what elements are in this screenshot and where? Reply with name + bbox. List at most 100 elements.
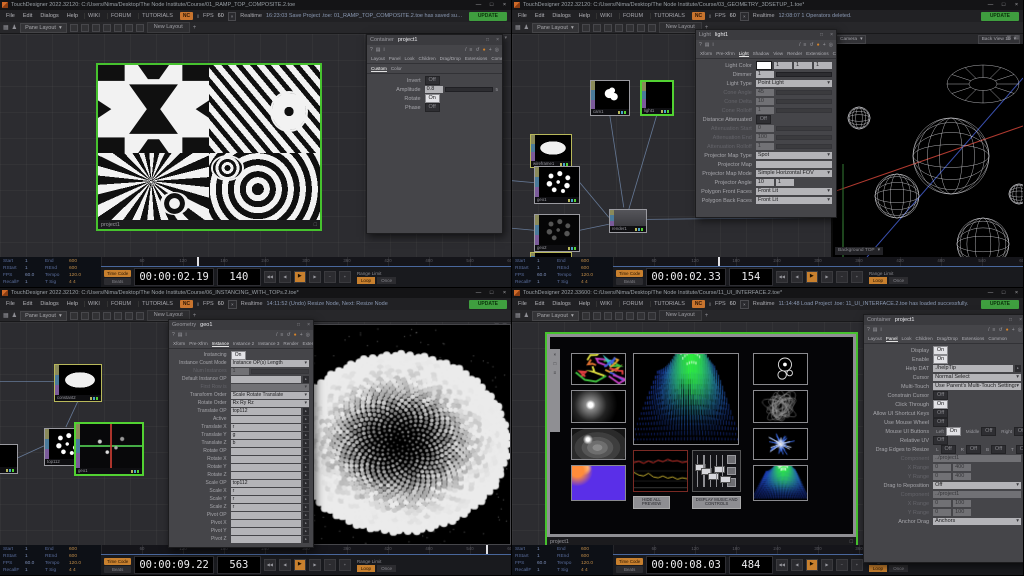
tl-value-tempo[interactable]: 120.0 — [581, 561, 610, 568]
expand-icon[interactable]: ▸ — [303, 464, 309, 471]
tab-layout[interactable]: Layout — [371, 56, 385, 61]
folder-icon[interactable]: ▤ — [178, 332, 183, 338]
menu-help[interactable]: Help — [577, 301, 592, 307]
slider-rail[interactable] — [776, 90, 832, 95]
ui-side-toolbar[interactable]: ×□≡ — [550, 349, 560, 432]
field-pivot-x[interactable] — [231, 520, 301, 527]
pause-icon[interactable]: ‖ — [709, 14, 711, 19]
step-back-button[interactable]: ◀ — [279, 271, 291, 283]
add-icon[interactable]: + — [300, 332, 303, 338]
param-widget[interactable]: Off — [933, 436, 1021, 445]
tl-value-end[interactable]: 600 — [581, 547, 610, 554]
num-b[interactable]: 100 — [953, 500, 971, 507]
field-rotate-x[interactable] — [231, 456, 301, 463]
param-widget[interactable]: ▸ — [231, 416, 309, 423]
num-num-instances[interactable]: 1 — [231, 368, 249, 375]
tab-children[interactable]: Children — [419, 56, 436, 61]
timecode-mode-button[interactable]: Time Code — [104, 558, 131, 565]
tl-value-end[interactable]: 600 — [69, 547, 98, 554]
param-widget[interactable]: r▸ — [231, 488, 309, 495]
tl-value-end[interactable]: 600 — [581, 259, 610, 266]
dialog-header[interactable]: Containerproject1□× — [367, 35, 502, 45]
user-icon[interactable]: ♟ — [12, 312, 17, 319]
playhead[interactable] — [718, 257, 720, 266]
jump-start-button[interactable]: ◀◀ — [264, 559, 276, 571]
param-widget[interactable]: top112▸ — [231, 480, 309, 487]
maximize-button[interactable]: □ — [485, 290, 498, 296]
user-icon[interactable]: ♟ — [12, 24, 17, 31]
tl-value-tsig[interactable]: 4 4 — [581, 568, 610, 575]
param-widget[interactable]: On — [933, 400, 1021, 409]
param-widget[interactable]: Off — [756, 115, 832, 124]
expand-icon[interactable]: ▸ — [303, 496, 309, 503]
box-icon[interactable]: □ — [553, 361, 556, 366]
user-icon[interactable]: ♟ — [524, 312, 529, 319]
num-attenuation-rolloff[interactable]: 1 — [756, 143, 774, 150]
beats-mode-button[interactable]: Beats — [616, 566, 643, 573]
maximize-icon[interactable]: □ — [297, 322, 300, 328]
tab-xform[interactable]: Xform — [173, 341, 185, 346]
tab-pre-xfrm[interactable]: Pre-Xfrm — [716, 51, 734, 56]
param-widget[interactable]: 1 — [756, 107, 832, 114]
param-widget[interactable]: Off — [933, 409, 1021, 418]
num-cone-delta[interactable]: 10 — [756, 98, 774, 105]
param-widget[interactable]: 0 — [756, 125, 832, 132]
help-icon[interactable]: ? — [172, 332, 175, 338]
expand-icon[interactable]: ▸ — [303, 536, 309, 543]
field-component[interactable]: ../project1 — [933, 455, 1021, 462]
preview-thumb-contour[interactable] — [571, 428, 626, 461]
background-top-select[interactable]: Background TOP▾ — [835, 247, 883, 255]
field-scale-x[interactable]: r — [231, 488, 301, 495]
mt-toggle[interactable]: Off — [1014, 427, 1024, 436]
link-forum[interactable]: FORUM — [107, 13, 134, 19]
param-widget[interactable]: 0100 — [933, 509, 1021, 516]
layout-preset-button[interactable] — [626, 24, 634, 32]
realtime-checkbox[interactable]: × — [228, 300, 237, 309]
slider-rail[interactable] — [251, 369, 309, 374]
param-widget[interactable]: 111 — [756, 61, 832, 70]
once-button[interactable]: Once — [377, 277, 396, 284]
main-3d-terrain[interactable] — [633, 353, 739, 446]
layout-preset-button[interactable] — [626, 312, 634, 320]
tl-value-fps[interactable]: 60.0 — [25, 273, 45, 280]
param-widget[interactable]: Point Light▾ — [756, 80, 832, 87]
update-button[interactable]: UPDATE — [981, 300, 1019, 309]
add-icon[interactable]: + — [823, 42, 826, 48]
python-icon[interactable]: ● — [1006, 327, 1009, 333]
preset-button[interactable] — [727, 467, 736, 475]
comment-icon[interactable]: ≡ — [281, 332, 284, 338]
tl-value-rstart[interactable]: 1 — [537, 554, 557, 561]
node-geo1[interactable]: geo1 — [534, 166, 580, 204]
grid-icon[interactable]: ▦ — [515, 24, 521, 31]
param-widget[interactable]: LeftOnMiddleOffRightOff — [933, 427, 1021, 436]
field-rotate-y[interactable] — [231, 464, 301, 471]
layout-preset-button[interactable] — [593, 312, 601, 320]
param-widget[interactable]: 0.85 — [425, 86, 498, 93]
pane-layout-button[interactable]: Pane Layout▾ — [532, 23, 579, 33]
param-widget[interactable]: Off — [933, 391, 1021, 400]
tab-drag-drop[interactable]: Drag/Drop — [937, 336, 958, 341]
toggle-allow-ui-shortcut-keys[interactable]: Off — [933, 409, 948, 418]
menu-edit[interactable]: Edit — [533, 13, 546, 19]
menu-first-row-is[interactable]: ▾ — [231, 384, 309, 391]
minimize-button[interactable]: — — [984, 290, 997, 296]
layout-preset-button[interactable] — [125, 24, 133, 32]
tl-value-end[interactable]: 600 — [69, 259, 98, 266]
param-widget[interactable]: Off▾ — [933, 482, 1021, 489]
container-viewer-project1[interactable]: project1□ — [96, 63, 322, 231]
pause-icon[interactable]: ‖ — [197, 14, 199, 19]
plus-button[interactable]: + — [339, 559, 351, 571]
preview-thumb-blue[interactable] — [571, 465, 626, 500]
tab-panel[interactable]: Panel — [886, 336, 898, 341]
tab-instance-2[interactable]: Instance 2 — [233, 341, 254, 346]
node-cam1[interactable]: cam1 — [590, 80, 630, 116]
param-widget[interactable]: ../project1 — [933, 455, 1021, 462]
tab-extensions[interactable]: Extensions — [303, 341, 314, 346]
tl-value-tsig[interactable]: 4 4 — [69, 280, 98, 287]
node-light1[interactable]: light1 — [640, 80, 674, 116]
user-icon[interactable]: ♟ — [524, 24, 529, 31]
tl-value-tempo[interactable]: 120.0 — [69, 561, 98, 568]
close-button[interactable]: × — [1010, 290, 1023, 296]
tl-value-recallf[interactable]: 1 — [537, 568, 557, 575]
param-widget[interactable]: r▸ — [231, 496, 309, 503]
